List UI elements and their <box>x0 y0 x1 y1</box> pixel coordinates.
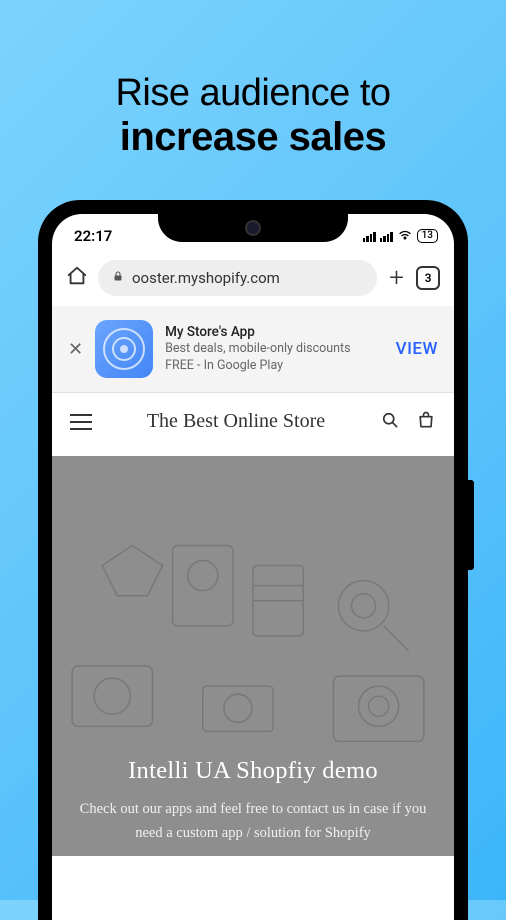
app-banner-footer: FREE - In Google Play <box>165 358 384 375</box>
close-icon[interactable]: ✕ <box>68 339 83 360</box>
phone-screen: 22:17 13 <box>52 214 454 920</box>
hero-subtitle: Check out our apps and feel free to cont… <box>72 797 434 846</box>
tab-switcher[interactable]: 3 <box>416 266 440 290</box>
smart-app-banner: ✕ My Store's App Best deals, mobile-only… <box>52 306 454 393</box>
new-tab-button[interactable]: + <box>387 263 406 293</box>
app-icon <box>95 320 153 378</box>
store-title: The Best Online Store <box>92 409 380 434</box>
wifi-icon <box>397 226 413 246</box>
hero-title: Intelli UA Shopfiy demo <box>72 757 434 785</box>
home-icon[interactable] <box>66 265 88 291</box>
phone-frame: 22:17 13 <box>38 200 468 920</box>
hero-banner: Intelli UA Shopfiy demo Check out our ap… <box>52 456 454 856</box>
bag-icon[interactable] <box>416 410 436 434</box>
phone-notch <box>158 214 348 242</box>
search-icon[interactable] <box>380 410 400 434</box>
store-header: The Best Online Store <box>52 393 454 456</box>
signal-icon <box>380 230 393 242</box>
headline-line-1: Rise audience to <box>0 72 506 115</box>
browser-address-bar: ooster.myshopify.com + 3 <box>52 254 454 306</box>
headline-line-2: increase sales <box>0 115 506 160</box>
signal-icon <box>363 230 376 242</box>
url-field[interactable]: ooster.myshopify.com <box>98 260 377 296</box>
battery-indicator: 13 <box>417 229 438 243</box>
app-banner-title: My Store's App <box>165 323 384 341</box>
url-text: ooster.myshopify.com <box>132 269 280 287</box>
app-banner-texts: My Store's App Best deals, mobile-only d… <box>165 323 384 375</box>
app-banner-subtitle: Best deals, mobile-only discounts <box>165 341 384 358</box>
view-app-button[interactable]: VIEW <box>396 339 438 359</box>
promo-headline: Rise audience to increase sales <box>0 0 506 200</box>
lock-icon <box>112 269 124 287</box>
menu-icon[interactable] <box>70 414 92 430</box>
